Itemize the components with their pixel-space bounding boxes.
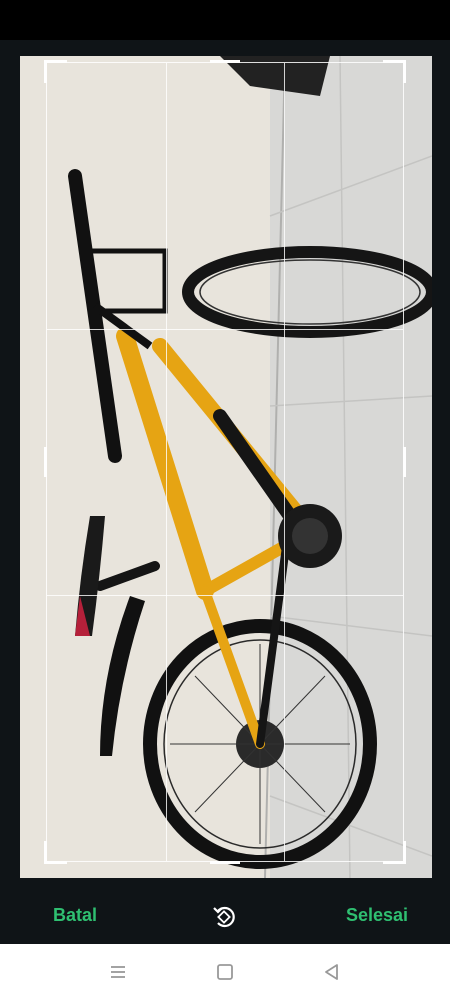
crop-handle-bottom-right[interactable] [383,841,406,864]
rotate-icon[interactable] [209,900,241,932]
navigation-bar [0,944,450,1000]
crop-handle-bottom[interactable] [210,861,240,864]
grid-line-vertical-2 [284,63,286,861]
grid-line-vertical-1 [165,63,167,861]
action-bar: Batal Selesai [0,892,450,942]
crop-handle-left[interactable] [44,447,47,477]
crop-handle-right[interactable] [403,447,406,477]
done-button[interactable]: Selesai [346,902,408,928]
menu-icon[interactable] [106,960,130,984]
crop-handle-top-right[interactable] [383,60,406,83]
cancel-button[interactable]: Batal [53,902,97,928]
crop-handle-top-left[interactable] [44,60,67,83]
grid-line-horizontal-2 [47,594,403,596]
grid-line-horizontal-1 [47,328,403,330]
crop-frame[interactable] [44,60,406,864]
back-icon[interactable] [320,960,344,984]
crop-handle-bottom-left[interactable] [44,841,67,864]
crop-handle-top[interactable] [210,60,240,63]
home-icon[interactable] [213,960,237,984]
status-bar [0,0,450,40]
